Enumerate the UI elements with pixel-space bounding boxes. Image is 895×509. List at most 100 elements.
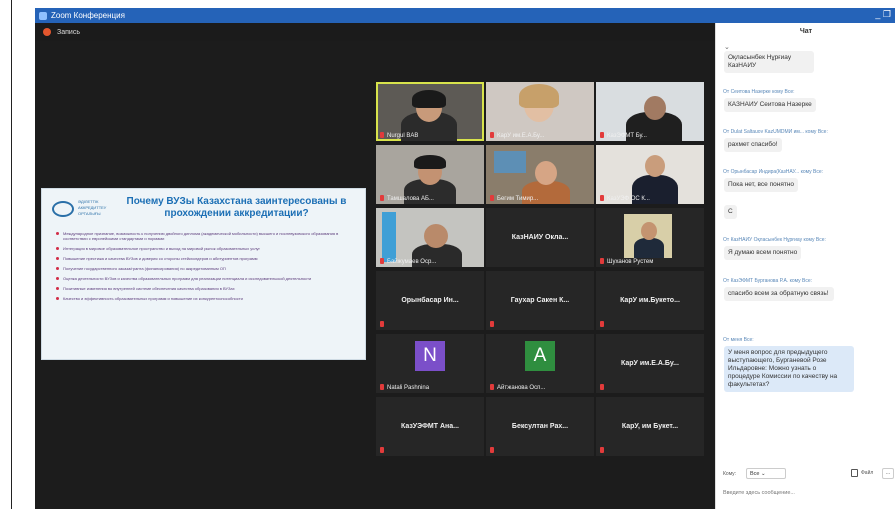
participant-body [634, 238, 664, 258]
participant-tile[interactable]: КазНАИУ Окла... [486, 208, 594, 267]
shared-screen-slide: ӘДІЛЕТТІК АККРЕДИТТЕУ ОРТАЛЫҒЫ Почему ВУ… [41, 188, 366, 360]
chevron-down-icon: ⌄ [761, 471, 766, 477]
participant-tile[interactable]: Гаухар Сакен К... [486, 271, 594, 330]
slide-bullet: Международное признание, возможность к п… [56, 231, 358, 241]
background-picture [494, 151, 526, 173]
chat-panel: Чат ⌄ Оқласынбек Нұрғиау КазНАИУ От Сеит… [715, 23, 895, 509]
participant-name: КазУЭФ ОС К... [600, 195, 650, 202]
participant-tile[interactable]: Шуханов Рустем [596, 208, 704, 267]
participant-tile[interactable]: КазЭФМТ Бу... [596, 82, 704, 141]
mic-muted-icon [600, 258, 604, 264]
chat-message-meta: От Сеитова Назерке кому Все: [723, 89, 795, 95]
participant-name: Nurgul BAB [380, 132, 418, 139]
participant-name: КазУЭФМТ Ана... [400, 423, 459, 430]
chat-message-meta: От Орынбасар Индира(КазНАУ... кому Все: [723, 169, 824, 175]
slide-bullet: Повышение престижа и качества ВУЗов и до… [56, 256, 358, 261]
participant-tile[interactable]: Орынбасар Ин... [376, 271, 484, 330]
participant-name: Шуханов Рустем [600, 258, 653, 265]
chat-message: спасибо всем за обратную связь! [724, 287, 834, 301]
participant-face [535, 161, 557, 185]
participant-name: Natali Pashnina [380, 384, 429, 391]
participant-name: КарУ им.Букето... [620, 297, 680, 304]
participant-tile[interactable]: КазУЭФ ОС К... [596, 145, 704, 204]
chat-message-meta: От Dulat Saltauov KazUMDMИ им... кому Вс… [723, 129, 828, 135]
avatar: N [415, 341, 445, 371]
recording-label: Запись [57, 28, 80, 36]
file-label[interactable]: Файл [861, 470, 873, 476]
logo-text: ӘДІЛЕТТІК АККРЕДИТТЕУ ОРТАЛЫҒЫ [78, 199, 107, 216]
chat-to-label: Кому: [723, 471, 737, 477]
slide-bullet-list: Международное признание, возможность к п… [56, 231, 358, 306]
participant-tile[interactable]: КарУ им.Е.А.Бу... [596, 334, 704, 393]
zoom-window: Zoom Конференция _ ❐ Запись ӘДІЛЕТТІК АК… [35, 8, 895, 509]
participant-name: Тамшалова АБ... [380, 195, 434, 202]
participant-name: КазЭФМТ Бу... [600, 132, 647, 139]
participant-tile[interactable]: Тамшалова АБ... [376, 145, 484, 204]
participant-tile[interactable]: Nurgul BAB [376, 82, 484, 141]
mic-muted-icon [600, 384, 604, 390]
mic-muted-icon [490, 321, 494, 327]
chat-message-meta: От КазНАИУ Оқласынбек Нұрғиау кому Все: [723, 237, 826, 243]
mic-muted-icon [380, 132, 384, 138]
participant-name: Бегим Тимир... [490, 195, 538, 202]
participant-hair [412, 90, 446, 108]
more-options-button[interactable]: ... [882, 468, 894, 479]
participant-face [424, 224, 448, 248]
chat-message: Я думаю всем понятно [724, 246, 802, 260]
mic-muted-icon [380, 195, 384, 201]
participant-name: Гаухар Сакен К... [510, 297, 570, 304]
slide-bullet: Оценка деятельности ВУЗов и качества обр… [56, 276, 358, 281]
mic-muted-icon [600, 195, 604, 201]
accreditation-logo-icon [52, 201, 74, 217]
mic-muted-icon [380, 258, 384, 264]
participant-tile[interactable]: Бегим Тимир... [486, 145, 594, 204]
participant-tile[interactable]: Байжумаев Оср... [376, 208, 484, 267]
participant-name: КарУ им.Е.А.Бу... [621, 360, 679, 367]
chat-header: Чат [799, 28, 813, 35]
participant-tile[interactable]: КарУ им.Е.А.Бу... [486, 82, 594, 141]
mic-muted-icon [380, 447, 384, 453]
participant-tile[interactable]: КарУ им.Букето... [596, 271, 704, 330]
mic-muted-icon [380, 384, 384, 390]
mic-muted-icon [490, 447, 494, 453]
slide-bullet: Интеграция в мировое образовательное про… [56, 246, 358, 251]
participant-face [641, 222, 657, 240]
participant-tile[interactable]: A Айтжанова Осп... [486, 334, 594, 393]
chat-message: Оқласынбек Нұрғиау КазНАИУ [724, 51, 814, 73]
participant-name: Айтжанова Осп... [490, 384, 545, 391]
record-dot-icon [43, 28, 51, 36]
participant-name: КарУ, им Букет... [621, 423, 679, 430]
zoom-app-icon [39, 11, 47, 20]
title-bar: Zoom Конференция _ ❐ [35, 8, 895, 23]
frame-border [11, 0, 12, 509]
participant-name: Орынбасар Ин... [401, 297, 459, 304]
chevron-down-icon[interactable]: ⌄ [724, 43, 730, 51]
participant-name: КазНАИУ Окла... [511, 234, 569, 241]
mic-muted-icon [600, 447, 604, 453]
chat-message-input[interactable] [720, 485, 892, 500]
screenshot-frame: Zoom Конференция _ ❐ Запись ӘДІЛЕТТІК АК… [0, 0, 895, 509]
participant-tile[interactable]: КазУЭФМТ Ана... [376, 397, 484, 456]
mic-muted-icon [380, 321, 384, 327]
participant-tile[interactable]: КарУ, им Букет... [596, 397, 704, 456]
chat-recipient-dropdown[interactable]: Все ⌄ [746, 468, 786, 479]
participant-tile[interactable]: N Natali Pashnina [376, 334, 484, 393]
meeting-stage: ӘДІЛЕТТІК АККРЕДИТТЕУ ОРТАЛЫҒЫ Почему ВУ… [35, 41, 715, 509]
window-title: Zoom Конференция [51, 11, 125, 20]
participant-name: Бексултан Рах... [511, 423, 569, 430]
mic-muted-icon [490, 132, 494, 138]
recording-indicator[interactable]: Запись [35, 23, 715, 41]
file-icon[interactable] [851, 469, 858, 477]
avatar: A [525, 341, 555, 371]
chat-message-own: У меня вопрос для предыдущего выступающе… [724, 346, 854, 392]
slide-title: Почему ВУЗы Казахстана заинтересованы в … [126, 196, 347, 219]
chat-message: КАЗНАИУ Сеитова Назерке [724, 98, 816, 112]
window-controls[interactable]: _ ❐ [875, 9, 891, 20]
participant-tile[interactable]: Бексултан Рах... [486, 397, 594, 456]
chat-message: Пока нет, все понятно [724, 178, 799, 192]
slide-bullet: Получение государственного заказа/гранта… [56, 266, 358, 271]
participant-hair [414, 155, 446, 169]
slide-bullet: Качество и эффективность образовательных… [56, 296, 358, 301]
participant-face [645, 155, 665, 177]
chat-message: рахмет спасибо! [724, 138, 782, 152]
